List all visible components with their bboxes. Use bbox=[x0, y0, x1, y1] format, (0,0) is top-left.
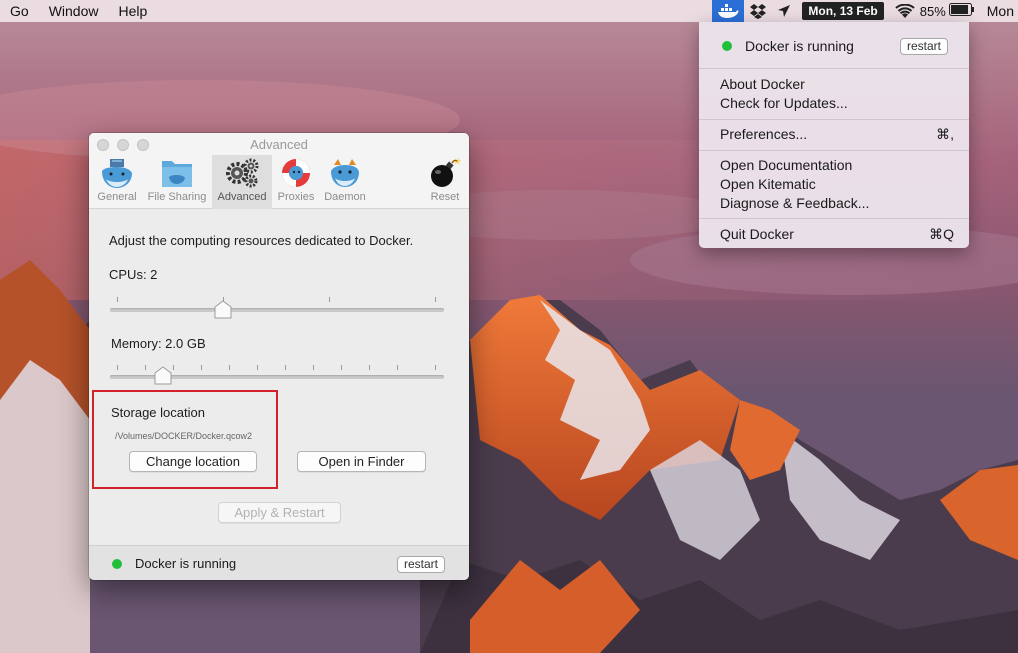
slider-tick bbox=[435, 297, 436, 302]
footer-status-text: Docker is running bbox=[135, 556, 237, 571]
dropbox-icon[interactable] bbox=[744, 0, 772, 22]
battery-icon[interactable] bbox=[948, 3, 975, 19]
menu-go[interactable]: Go bbox=[0, 0, 39, 22]
preferences-window: Advanced General File Sharing Advanced P… bbox=[89, 133, 469, 580]
menu-separator bbox=[699, 150, 969, 151]
slider-tick bbox=[229, 365, 230, 370]
slider-tick bbox=[201, 365, 202, 370]
footer-restart-button[interactable]: restart bbox=[397, 556, 446, 573]
storage-location-heading: Storage location bbox=[111, 405, 205, 420]
storage-path: /Volumes/DOCKER/Docker.qcow2 bbox=[115, 431, 253, 441]
slider-tick bbox=[329, 297, 330, 302]
menu-item-label: Open Kitematic bbox=[720, 176, 816, 192]
slider-tick bbox=[117, 297, 118, 302]
memory-label: Memory: 2.0 GB bbox=[111, 336, 206, 351]
menu-help[interactable]: Help bbox=[108, 0, 157, 22]
menu-item-label: Check for Updates... bbox=[720, 95, 848, 111]
date-badge[interactable]: Mon, 13 Feb bbox=[802, 2, 884, 20]
tab-label: File Sharing bbox=[147, 191, 207, 203]
cpus-slider-track[interactable] bbox=[110, 308, 444, 312]
status-indicator-dot bbox=[722, 41, 732, 51]
apply-restart-button[interactable]: Apply & Restart bbox=[218, 502, 341, 523]
slider-tick bbox=[145, 365, 146, 370]
docker-whale-icon bbox=[100, 157, 134, 189]
menu-item-about-docker[interactable]: About Docker bbox=[720, 75, 954, 94]
status-indicator-dot bbox=[112, 559, 122, 569]
slider-tick bbox=[173, 365, 174, 370]
tab-reset[interactable]: Reset bbox=[415, 155, 469, 209]
docker-menu-status-text: Docker is running bbox=[745, 38, 854, 54]
docker-status-icon[interactable] bbox=[712, 0, 745, 22]
tab-daemon[interactable]: Daemon bbox=[315, 155, 375, 209]
cpus-label: CPUs: 2 bbox=[109, 267, 158, 282]
menu-separator bbox=[699, 68, 969, 69]
menu-item-quit-docker[interactable]: Quit Docker ⌘Q bbox=[720, 225, 954, 244]
tab-file-sharing[interactable]: File Sharing bbox=[147, 155, 207, 209]
tab-label: Daemon bbox=[324, 191, 366, 203]
menu-item-open-documentation[interactable]: Open Documentation bbox=[720, 156, 954, 175]
docker-menu-restart-button[interactable]: restart bbox=[899, 38, 948, 55]
menu-window[interactable]: Window bbox=[39, 0, 109, 22]
menu-item-label: About Docker bbox=[720, 76, 805, 92]
memory-slider-knob[interactable] bbox=[154, 366, 172, 386]
menu-item-preferences[interactable]: Preferences... ⌘, bbox=[720, 125, 954, 144]
slider-tick bbox=[341, 365, 342, 370]
menu-item-check-updates[interactable]: Check for Updates... bbox=[720, 94, 954, 113]
tab-label: Advanced bbox=[217, 191, 267, 203]
tab-label: General bbox=[97, 191, 137, 203]
slider-tick bbox=[313, 365, 314, 370]
tab-general[interactable]: General bbox=[89, 155, 147, 209]
slider-tick bbox=[257, 365, 258, 370]
advanced-description: Adjust the computing resources dedicated… bbox=[109, 233, 414, 248]
change-location-button[interactable]: Change location bbox=[129, 451, 257, 472]
menu-item-label: Open Documentation bbox=[720, 157, 853, 173]
gears-icon bbox=[224, 157, 260, 189]
tab-advanced[interactable]: Advanced bbox=[212, 155, 272, 209]
whale-daemon-icon bbox=[328, 157, 362, 189]
tab-label: Reset bbox=[430, 191, 460, 203]
menu-bar: Go Window Help Mon, 13 Feb 85% Mon bbox=[0, 0, 1018, 22]
battery-percent[interactable]: 85% bbox=[920, 4, 946, 19]
slider-tick bbox=[369, 365, 370, 370]
folder-whale-icon bbox=[160, 157, 194, 189]
bomb-icon bbox=[428, 157, 462, 189]
menu-separator bbox=[699, 218, 969, 219]
menu-item-shortcut: ⌘, bbox=[936, 126, 954, 142]
location-arrow-icon[interactable] bbox=[772, 0, 796, 22]
menu-item-label: Diagnose & Feedback... bbox=[720, 195, 870, 211]
window-title: Advanced bbox=[250, 137, 308, 152]
menu-separator bbox=[699, 119, 969, 120]
menu-item-label: Quit Docker bbox=[720, 226, 794, 242]
menu-item-open-kitematic[interactable]: Open Kitematic bbox=[720, 175, 954, 194]
slider-tick bbox=[285, 365, 286, 370]
slider-tick bbox=[397, 365, 398, 370]
docker-menu-status: Docker is running restart bbox=[699, 34, 969, 58]
menu-item-diagnose-feedback[interactable]: Diagnose & Feedback... bbox=[720, 194, 954, 213]
cpus-slider-knob[interactable] bbox=[214, 300, 232, 320]
slider-tick bbox=[117, 365, 118, 370]
tab-label: Proxies bbox=[277, 191, 315, 203]
docker-menu: Docker is running restart About Docker C… bbox=[699, 22, 969, 248]
lifebuoy-whale-icon bbox=[279, 157, 313, 189]
open-in-finder-button[interactable]: Open in Finder bbox=[297, 451, 426, 472]
window-titlebar: Advanced General File Sharing Advanced P… bbox=[89, 133, 469, 209]
window-status-footer: Docker is running restart bbox=[89, 545, 469, 580]
menubar-clock[interactable]: Mon bbox=[987, 3, 1014, 19]
wifi-icon[interactable] bbox=[890, 0, 920, 22]
menu-item-shortcut: ⌘Q bbox=[929, 226, 954, 242]
slider-tick bbox=[435, 365, 436, 370]
menu-item-label: Preferences... bbox=[720, 126, 808, 142]
